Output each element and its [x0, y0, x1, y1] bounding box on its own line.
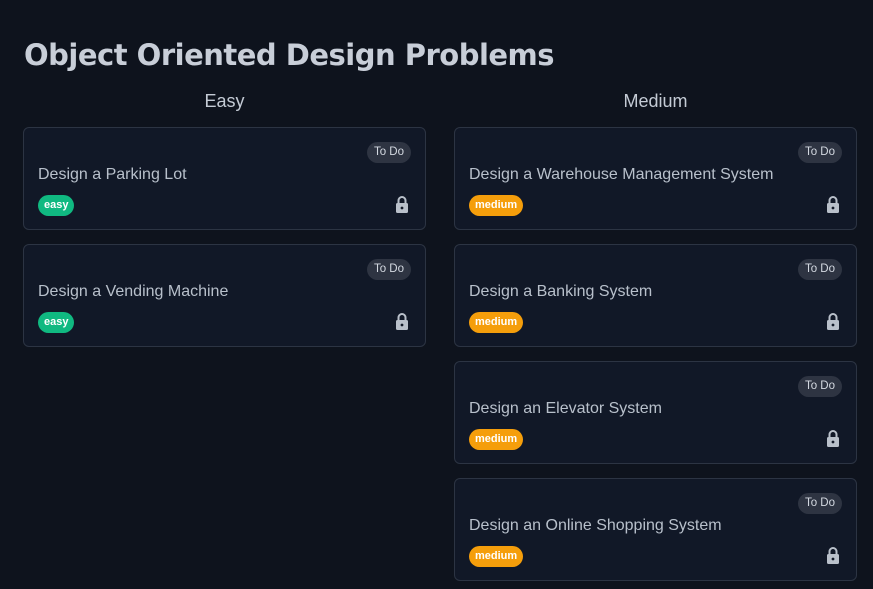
difficulty-badge: medium — [469, 312, 524, 333]
problem-card-parking-lot[interactable]: To Do Design a Parking Lot easy — [23, 127, 426, 230]
problem-card-online-shopping[interactable]: To Do Design an Online Shopping System m… — [454, 478, 857, 581]
lock-icon — [396, 313, 408, 330]
column-heading-easy: Easy — [204, 91, 245, 111]
difficulty-badge: medium — [469, 195, 524, 216]
status-badge: To Do — [797, 142, 842, 163]
difficulty-badge: medium — [469, 546, 524, 567]
page-title: Object Oriented Design Problems — [24, 38, 555, 72]
problem-title: Design a Banking System — [469, 283, 653, 300]
problem-card-vending-machine[interactable]: To Do Design a Vending Machine easy — [23, 244, 426, 347]
column-easy: Easy To Do Design a Parking Lot easy To … — [23, 90, 426, 361]
lock-icon — [827, 430, 839, 447]
lock-icon — [827, 313, 839, 330]
problem-card-banking-system[interactable]: To Do Design a Banking System medium — [454, 244, 857, 347]
difficulty-badge: easy — [38, 312, 75, 333]
status-badge: To Do — [797, 259, 842, 280]
problem-title: Design a Vending Machine — [38, 283, 229, 300]
problem-title: Design an Online Shopping System — [469, 517, 722, 534]
problems-page: Object Oriented Design Problems Easy To … — [0, 0, 873, 589]
status-badge: To Do — [366, 142, 411, 163]
problem-title: Design a Parking Lot — [38, 166, 187, 183]
problem-title: Design a Warehouse Management System — [469, 166, 774, 183]
lock-icon — [827, 547, 839, 564]
problem-card-elevator-system[interactable]: To Do Design an Elevator System medium — [454, 361, 857, 464]
problem-title: Design an Elevator System — [469, 400, 662, 417]
difficulty-badge: medium — [469, 429, 524, 450]
lock-icon — [396, 196, 408, 213]
problem-card-warehouse-management[interactable]: To Do Design a Warehouse Management Syst… — [454, 127, 857, 230]
status-badge: To Do — [366, 259, 411, 280]
status-badge: To Do — [797, 376, 842, 397]
lock-icon — [827, 196, 839, 213]
column-medium: Medium To Do Design a Warehouse Manageme… — [454, 90, 857, 589]
difficulty-badge: easy — [38, 195, 75, 216]
status-badge: To Do — [797, 493, 842, 514]
column-heading-medium: Medium — [623, 91, 688, 111]
